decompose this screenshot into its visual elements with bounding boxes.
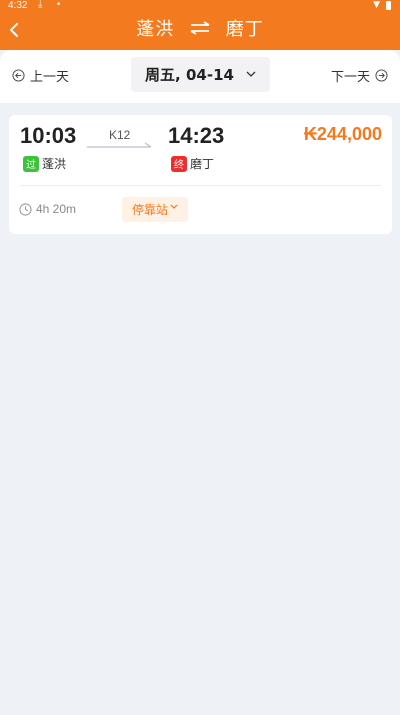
trip-duration: 4h 20m xyxy=(19,202,76,216)
card-divider xyxy=(20,185,381,186)
date-selector[interactable]: 周五, 04-14 xyxy=(131,57,270,92)
status-time: 4:32 xyxy=(8,0,28,11)
stops-button[interactable]: 停靠站 xyxy=(122,197,188,222)
ticket-price: ₭244,000 xyxy=(303,124,382,144)
status-bar: 4:32 ⤓ • ▼ xyxy=(0,0,400,12)
previous-day-label: 上一天 xyxy=(30,69,70,85)
date-navigation: 上一天 周五, 04-14 下一天 xyxy=(0,50,400,103)
arrow-left-circle-icon xyxy=(12,68,25,82)
arrival-station-name: 磨丁 xyxy=(190,157,215,171)
battery-icon xyxy=(386,1,391,10)
departure-time: 10:03 xyxy=(20,123,77,148)
clock-icon xyxy=(19,202,32,216)
next-day-label: 下一天 xyxy=(330,69,370,85)
arrival-station: 终 磨丁 xyxy=(171,155,214,172)
swap-arrows-icon[interactable] xyxy=(189,21,211,35)
next-day-button[interactable]: 下一天 xyxy=(330,66,388,85)
direction-arrow-icon xyxy=(87,142,152,148)
departure-station: 过 蓬洪 xyxy=(23,155,66,172)
current-date: 周五, 04-14 xyxy=(145,66,234,84)
train-number: K12 xyxy=(109,128,131,142)
download-icon: ⤓ xyxy=(38,0,43,10)
chevron-down-icon xyxy=(170,204,178,209)
destination-station: 磨丁 xyxy=(225,19,264,40)
train-card[interactable]: 10:03 K12 14:23 ₭244,000 过 蓬洪 终 磨丁 4h 20… xyxy=(9,115,392,234)
route-title: 蓬洪 磨丁 xyxy=(0,18,400,42)
departure-station-name: 蓬洪 xyxy=(42,157,67,171)
wifi-icon: ▼ xyxy=(373,0,380,10)
notification-dot-icon: • xyxy=(56,0,62,10)
terminal-badge: 终 xyxy=(171,155,187,172)
chevron-down-icon xyxy=(246,71,256,77)
duration-text: 4h 20m xyxy=(36,202,77,216)
previous-day-button[interactable]: 上一天 xyxy=(12,66,70,85)
origin-station: 蓬洪 xyxy=(136,19,175,40)
app-header: 4:32 ⤓ • ▼ 蓬洪 磨丁 xyxy=(0,0,400,50)
stops-label: 停靠站 xyxy=(131,203,168,217)
arrow-right-circle-icon xyxy=(375,68,388,82)
arrival-time: 14:23 xyxy=(168,123,225,148)
pass-through-badge: 过 xyxy=(23,155,39,172)
